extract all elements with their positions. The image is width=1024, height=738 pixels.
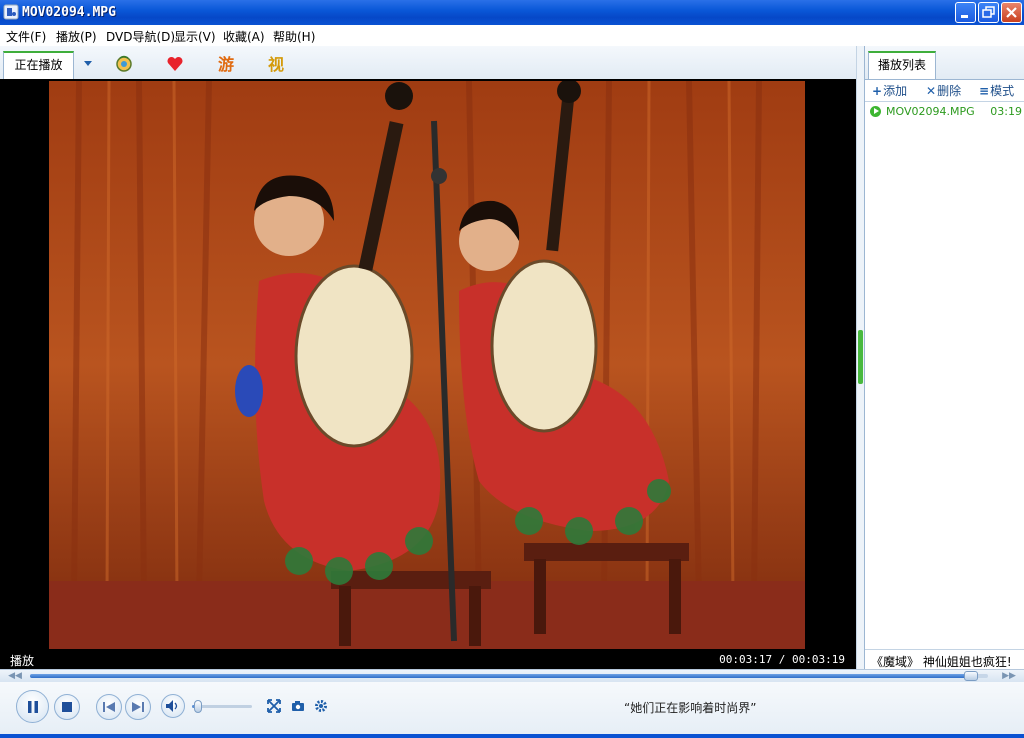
- mode-label: 模式: [990, 84, 1015, 98]
- game-icon[interactable]: 游: [217, 54, 237, 74]
- game-icon-label: 游: [218, 55, 234, 74]
- playlist-tab-strip: 播放列表: [865, 46, 1024, 80]
- delete-label: 删除: [937, 84, 962, 98]
- minimize-icon: [961, 15, 968, 18]
- globe-music-icon[interactable]: [114, 54, 134, 74]
- playlist-item-duration: 03:19: [990, 105, 1022, 118]
- video-area[interactable]: [0, 79, 856, 649]
- time-display: 00:03:17 / 00:03:19: [719, 653, 845, 666]
- splitter-grip[interactable]: [858, 330, 863, 384]
- playing-indicator-icon: [870, 106, 881, 117]
- seek-track[interactable]: [30, 671, 988, 681]
- menu-favorites[interactable]: 收藏(A): [223, 28, 265, 45]
- video-icon[interactable]: 视: [267, 54, 287, 74]
- previous-icon: [103, 702, 115, 712]
- screenshot-camera-icon[interactable]: [291, 699, 305, 713]
- next-icon: [132, 702, 144, 712]
- menu-help[interactable]: 帮助(H): [273, 28, 315, 45]
- stop-icon: [62, 702, 72, 712]
- tab-now-playing[interactable]: 正在播放: [3, 51, 74, 79]
- delete-button[interactable]: ✕删除: [926, 82, 961, 99]
- menu-play[interactable]: 播放(P): [56, 28, 97, 45]
- cross-icon: ✕: [926, 84, 937, 98]
- playback-state: 播放: [10, 654, 35, 668]
- title-bar[interactable]: MOV02094.MPG: [0, 0, 1024, 25]
- player-app-icon: [3, 4, 19, 20]
- menu-view[interactable]: 显示(V): [174, 28, 216, 45]
- video-icon-label: 视: [268, 55, 284, 74]
- control-bar: “她们正在影响着时尚界”: [0, 682, 1024, 734]
- menu-bar: 文件(F) 播放(P) DVD导航(D) 显示(V) 收藏(A) 帮助(H): [0, 25, 1024, 45]
- seek-fill: [30, 674, 979, 678]
- seek-bar[interactable]: ◀◀ ▶▶: [0, 669, 1024, 683]
- playlist-panel: 播放列表 +添加 ✕删除 ≡模式 MOV02094.MPG 03:19 《魔域》…: [864, 46, 1024, 670]
- playlist-item-name: MOV02094.MPG: [886, 105, 975, 118]
- previous-button[interactable]: [96, 694, 122, 720]
- list-icon: ≡: [979, 84, 990, 98]
- volume-thumb[interactable]: [194, 700, 202, 713]
- minimize-button[interactable]: [955, 2, 976, 23]
- news-ticker[interactable]: 《魔域》 神仙姐姐也疯狂!: [865, 649, 1024, 670]
- status-bar: 播放 00:03:17 / 00:03:19: [0, 649, 856, 669]
- menu-dvd[interactable]: DVD导航(D): [106, 28, 175, 45]
- plus-icon: +: [872, 84, 883, 98]
- add-label: 添加: [883, 84, 908, 98]
- seek-back-icon[interactable]: ◀◀: [6, 672, 24, 681]
- playlist-item[interactable]: MOV02094.MPG 03:19: [865, 104, 1024, 122]
- video-frame: [49, 81, 805, 649]
- window-title: MOV02094.MPG: [22, 5, 116, 20]
- window-bottom-border: [0, 734, 1024, 738]
- settings-gear-icon[interactable]: [314, 699, 328, 713]
- add-button[interactable]: +添加: [872, 82, 907, 99]
- marquee-text[interactable]: “她们正在影响着时尚界”: [624, 699, 756, 716]
- news-text: 《魔域》 神仙姐姐也疯狂!: [871, 655, 1012, 669]
- pause-button[interactable]: [16, 690, 49, 723]
- heart-icon[interactable]: [165, 54, 185, 74]
- pause-icon: [27, 700, 38, 713]
- tab-playlist[interactable]: 播放列表: [868, 51, 936, 79]
- mute-button[interactable]: [161, 694, 185, 718]
- restore-button[interactable]: [978, 2, 999, 23]
- speaker-icon: [166, 700, 178, 712]
- menu-file[interactable]: 文件(F): [6, 28, 46, 45]
- fullscreen-icon[interactable]: [267, 699, 281, 713]
- close-button[interactable]: [1001, 2, 1022, 23]
- next-button[interactable]: [125, 694, 151, 720]
- dropdown-arrow-icon[interactable]: [84, 61, 92, 66]
- close-icon: [1006, 7, 1017, 18]
- restore-icon: [982, 6, 995, 18]
- mode-button[interactable]: ≡模式: [979, 82, 1014, 99]
- main-tab-strip: 正在播放 游 视: [0, 46, 856, 80]
- seek-forward-icon[interactable]: ▶▶: [1000, 672, 1018, 681]
- playlist-toolbar: +添加 ✕删除 ≡模式: [865, 79, 1024, 102]
- stop-button[interactable]: [54, 694, 80, 720]
- seek-thumb[interactable]: [964, 671, 979, 681]
